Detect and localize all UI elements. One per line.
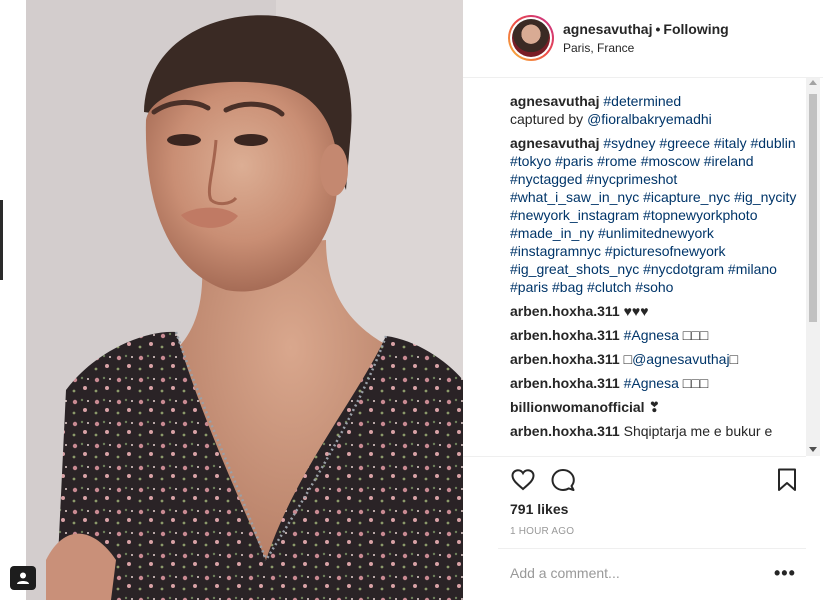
list-item: agnesavuthaj #sydney #greece #italy #dub… xyxy=(510,134,805,296)
avatar-image xyxy=(512,19,550,57)
location-link[interactable]: Paris, France xyxy=(563,41,634,55)
portrait-illustration xyxy=(26,0,463,600)
comment-text: □□□ xyxy=(678,327,709,343)
following-button[interactable]: Following xyxy=(663,21,728,37)
caption-hashtag[interactable]: #determined xyxy=(603,93,681,109)
comment-text: Shqiptarja me e bukur e xyxy=(623,423,773,439)
save-button[interactable] xyxy=(774,467,800,493)
lightbox-backdrop xyxy=(0,0,26,600)
list-item: arben.hoxha.311 □@agnesavuthaj□ xyxy=(510,350,805,368)
heart-icon xyxy=(511,469,535,491)
caption: agnesavuthaj #determined captured by @fi… xyxy=(510,92,805,128)
post-photo[interactable] xyxy=(26,0,463,600)
user-tags-button[interactable] xyxy=(10,566,36,590)
comment-username[interactable]: arben.hoxha.311 xyxy=(510,327,620,343)
more-options-button[interactable]: ••• xyxy=(774,563,796,584)
comment-icon xyxy=(551,469,575,491)
list-item: arben.hoxha.311 ♥♥♥ xyxy=(510,302,805,320)
comment-text: ❣ xyxy=(648,399,661,415)
separator-dot: • xyxy=(655,21,661,37)
scroll-up-arrow-icon[interactable] xyxy=(809,80,817,85)
like-button[interactable] xyxy=(510,467,536,493)
avatar[interactable] xyxy=(508,15,554,61)
comment-text: ♥♥♥ xyxy=(623,303,649,319)
hashtag-list[interactable]: #sydney #greece #italy #dublin #tokyo #p… xyxy=(510,135,796,295)
header-username-line: agnesavuthaj • Following xyxy=(563,21,729,37)
username-link[interactable]: agnesavuthaj xyxy=(563,21,652,37)
scroll-thumb[interactable] xyxy=(809,94,817,322)
comment-username[interactable]: arben.hoxha.311 xyxy=(510,375,620,391)
comment-text-suffix: □ xyxy=(729,351,739,367)
action-bar xyxy=(463,456,806,500)
caption-username[interactable]: agnesavuthaj xyxy=(510,93,599,109)
comments-scrollbar[interactable] xyxy=(806,78,820,456)
bookmark-icon xyxy=(778,468,796,491)
comment-username[interactable]: arben.hoxha.311 xyxy=(510,351,620,367)
comment-text: □□□ xyxy=(678,375,709,391)
list-item: arben.hoxha.311 Shqiptarja me e bukur e xyxy=(510,422,805,440)
post-details-panel: agnesavuthaj • Following Paris, France agn… xyxy=(463,0,823,600)
caption-line2-prefix: captured by xyxy=(510,111,588,127)
list-item: arben.hoxha.311 #Agnesa □□□ xyxy=(510,326,805,344)
caption-mention[interactable]: @fioralbakryemadhi xyxy=(587,111,712,127)
comment-username[interactable]: billionwomanofficial xyxy=(510,399,645,415)
add-comment-section: ••• xyxy=(498,548,806,600)
comments-list: agnesavuthaj #determined captured by @fi… xyxy=(510,92,805,456)
comment-mention[interactable]: @agnesavuthaj xyxy=(632,351,730,367)
comment-button[interactable] xyxy=(550,467,576,493)
comment-input[interactable] xyxy=(510,565,750,581)
list-item: arben.hoxha.311 #Agnesa □□□ xyxy=(510,374,805,392)
post-timestamp[interactable]: 1 HOUR AGO xyxy=(510,526,574,537)
user-tag-icon xyxy=(17,572,29,584)
list-item: billionwomanofficial ❣ xyxy=(510,398,805,416)
post-header: agnesavuthaj • Following Paris, France xyxy=(463,0,823,78)
likes-count[interactable]: 791 likes xyxy=(510,501,568,517)
comment-text: □ xyxy=(623,351,633,367)
comment-username[interactable]: arben.hoxha.311 xyxy=(510,303,620,319)
previous-post-edge xyxy=(0,200,3,280)
comment-hashtag[interactable]: #Agnesa xyxy=(624,375,679,391)
comment-username[interactable]: arben.hoxha.311 xyxy=(510,423,620,439)
comment-hashtag[interactable]: #Agnesa xyxy=(624,327,679,343)
comment-username[interactable]: agnesavuthaj xyxy=(510,135,599,151)
scroll-down-arrow-icon[interactable] xyxy=(809,447,817,452)
